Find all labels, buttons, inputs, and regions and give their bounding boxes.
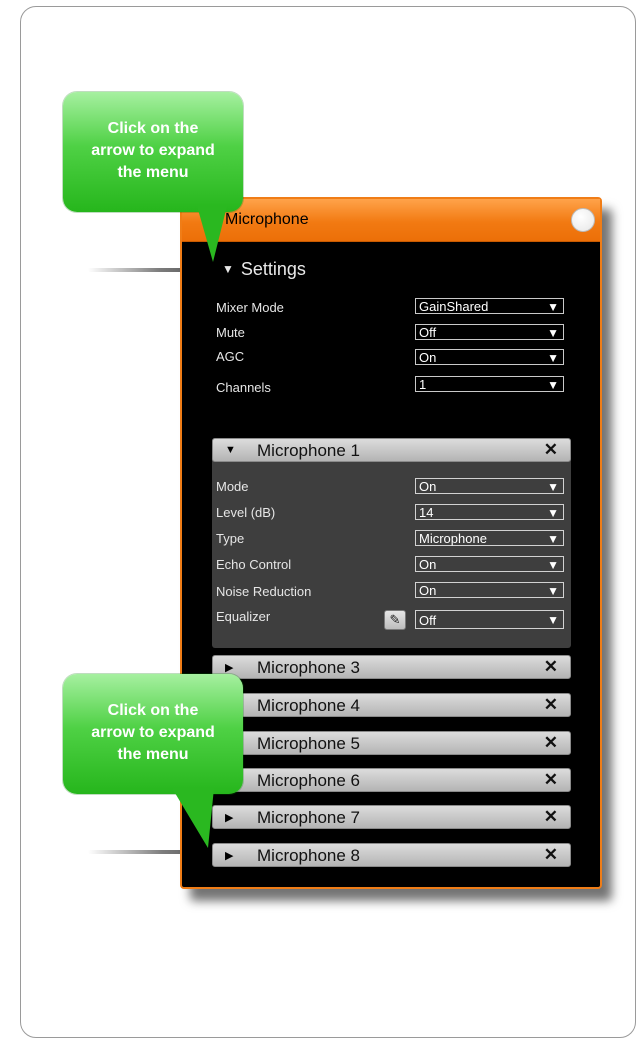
- channels-select[interactable]: 1 ▼: [415, 376, 564, 392]
- microphone-6-header[interactable]: ▶ Microphone 6 ✕: [212, 768, 571, 792]
- settings-toggle[interactable]: ▼ Settings: [222, 259, 306, 280]
- callout-line-2: arrow to expand: [91, 142, 215, 159]
- close-icon[interactable]: ✕: [544, 733, 558, 753]
- equalizer-value: Off: [419, 613, 437, 628]
- microphone-4-name: Microphone 4: [257, 696, 361, 715]
- noise-reduction-select[interactable]: On ▼: [415, 582, 564, 598]
- channels-value: 1: [419, 377, 427, 392]
- window-title: Microphone: [225, 211, 309, 228]
- mute-value: Off: [419, 325, 437, 340]
- pencil-icon[interactable]: ✎: [384, 610, 406, 630]
- microphone-8-header[interactable]: ▶ Microphone 8 ✕: [212, 843, 571, 867]
- microphone-1-group: Mode On ▼ Level (dB) 14 ▼ Type Microphone ▼…: [212, 438, 571, 648]
- mode-value: On: [419, 479, 437, 494]
- agc-label: AGC: [216, 349, 245, 364]
- type-value: Microphone: [419, 531, 487, 546]
- triangle-down-icon[interactable]: ▼: [225, 444, 236, 456]
- mixer-mode-select[interactable]: GainShared ▼: [415, 298, 564, 314]
- callout-line-1: Click on the: [107, 120, 199, 137]
- callout-text: Click on the arrow to expand the menu: [63, 118, 243, 184]
- microphone-6-name: Microphone 6: [257, 771, 361, 790]
- window-titlebar[interactable]: Microphone: [182, 199, 600, 242]
- close-icon[interactable]: ✕: [544, 807, 558, 827]
- close-icon[interactable]: ✕: [544, 695, 558, 715]
- triangle-right-icon[interactable]: ▶: [225, 811, 233, 824]
- close-icon[interactable]: ✕: [544, 440, 558, 460]
- type-select[interactable]: Microphone ▼: [415, 530, 564, 546]
- mode-select[interactable]: On ▼: [415, 478, 564, 494]
- type-label: Type: [216, 531, 245, 546]
- agc-value: On: [419, 350, 437, 365]
- callout-expand-microphone: Click on the arrow to expand the menu: [63, 674, 243, 794]
- chevron-down-icon: ▼: [547, 300, 559, 314]
- callout-line-1: Click on the: [107, 702, 199, 719]
- level-value: 14: [419, 505, 434, 520]
- chevron-down-icon: ▼: [547, 378, 559, 392]
- microphone-8-name: Microphone 8: [257, 846, 361, 865]
- noise-reduction-value: On: [419, 583, 437, 598]
- callout-tail: [197, 206, 227, 262]
- noise-reduction-label: Noise Reduction: [216, 584, 312, 599]
- microphone-5-name: Microphone 5: [257, 734, 361, 753]
- chevron-down-icon: ▼: [547, 326, 559, 340]
- level-select[interactable]: 14 ▼: [415, 504, 564, 520]
- chevron-down-icon: ▼: [547, 558, 559, 572]
- mute-select[interactable]: Off ▼: [415, 324, 564, 340]
- callout-expand-settings: Click on the arrow to expand the menu: [63, 92, 243, 212]
- mode-label: Mode: [216, 479, 249, 494]
- chevron-down-icon: ▼: [547, 351, 559, 365]
- microphone-4-header[interactable]: ▶ Microphone 4 ✕: [212, 693, 571, 717]
- settings-label: Settings: [240, 259, 306, 279]
- microphone-7-header[interactable]: ▶ Microphone 7 ✕: [212, 805, 571, 829]
- close-icon[interactable]: ✕: [544, 770, 558, 790]
- microphone-1-header[interactable]: ▼ Microphone 1 ✕: [212, 438, 571, 462]
- microphone-3-header[interactable]: ▶ Microphone 3 ✕: [212, 655, 571, 679]
- microphone-5-header[interactable]: ▶ Microphone 5 ✕: [212, 731, 571, 755]
- echo-control-select[interactable]: On ▼: [415, 556, 564, 572]
- echo-control-label: Echo Control: [216, 557, 292, 572]
- microphone-window: Microphone ▼ Settings Mixer Mode GainShar…: [180, 197, 602, 889]
- triangle-right-icon[interactable]: ▶: [225, 849, 233, 862]
- mixer-mode-value: GainShared: [419, 299, 489, 314]
- callout-text: Click on the arrow to expand the menu: [63, 700, 243, 766]
- channels-label: Channels: [216, 380, 271, 395]
- level-label: Level (dB): [216, 505, 276, 520]
- window-close-dot[interactable]: [571, 208, 595, 232]
- mixer-mode-label: Mixer Mode: [216, 300, 284, 315]
- close-icon[interactable]: ✕: [544, 845, 558, 865]
- triangle-right-icon[interactable]: ▶: [225, 661, 233, 674]
- chevron-down-icon: ▼: [547, 584, 559, 598]
- microphone-7-name: Microphone 7: [257, 808, 361, 827]
- microphone-1-name: Microphone 1: [257, 441, 361, 460]
- equalizer-label: Equalizer: [216, 609, 271, 624]
- callout-line-3: the menu: [117, 746, 189, 763]
- callout-line-3: the menu: [117, 164, 189, 181]
- chevron-down-icon: ▼: [547, 480, 559, 494]
- mute-label: Mute: [216, 325, 245, 340]
- agc-select[interactable]: On ▼: [415, 349, 564, 365]
- microphone-3-name: Microphone 3: [257, 658, 361, 677]
- chevron-down-icon: ▼: [547, 506, 559, 520]
- chevron-down-icon: ▼: [547, 532, 559, 546]
- chevron-down-icon: ▼: [547, 613, 559, 627]
- callout-tail: [172, 788, 214, 848]
- close-icon[interactable]: ✕: [544, 657, 558, 677]
- callout-line-2: arrow to expand: [91, 724, 215, 741]
- echo-control-value: On: [419, 557, 437, 572]
- equalizer-select[interactable]: Off ▼: [415, 610, 564, 629]
